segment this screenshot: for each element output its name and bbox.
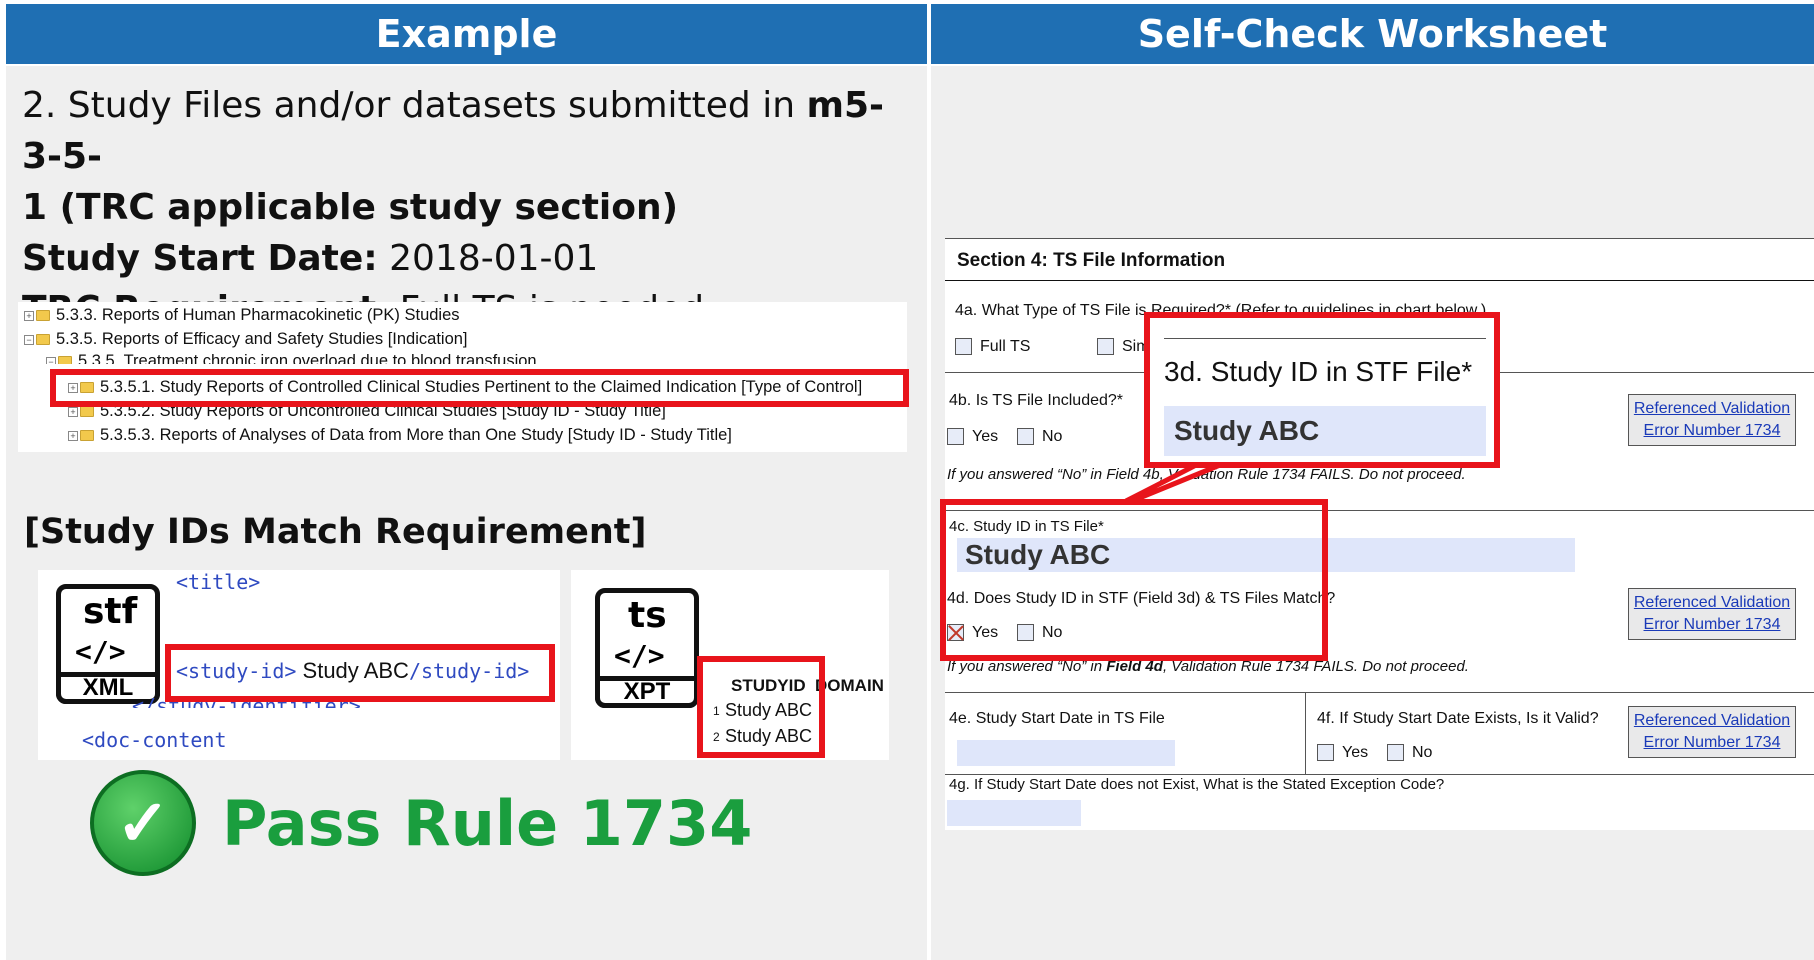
study-intro: 2. Study Files and/or datasets submitted… <box>22 80 922 335</box>
question-4g: 4g. If Study Start Date does not Exist, … <box>949 776 1445 793</box>
exception-code-field[interactable] <box>947 800 1081 826</box>
section-title: Section 4: TS File Information <box>957 250 1226 271</box>
collapse-icon: − <box>24 334 34 345</box>
simplified-ts-checkbox[interactable] <box>1097 338 1114 356</box>
pass-result: ✓ Pass Rule 1734 <box>90 770 752 876</box>
no-label: No <box>1042 428 1063 445</box>
xml-doc-content-tag: <doc-content <box>82 728 227 752</box>
stf-study-id-callout: 3d. Study ID in STF File* Study ABC <box>1144 312 1500 468</box>
pass-rule-text: Pass Rule 1734 <box>222 786 753 860</box>
start-date-label: Study Start Date: <box>22 238 378 279</box>
question-4b: 4b. Is TS File Included?* <box>949 392 1124 409</box>
tree-item: +5.3.3. Reports of Human Pharmacokinetic… <box>24 306 460 325</box>
xml-title-tag: <title> <box>176 570 261 594</box>
full-ts-checkbox[interactable] <box>955 338 972 356</box>
folder-icon <box>80 430 94 442</box>
ref-line1: Referenced Validation <box>1633 712 1791 729</box>
tree-item-label: 5.3.5. Reports of Efficacy and Safety St… <box>56 330 468 348</box>
full-ts-label: Full TS <box>980 338 1031 355</box>
tree-item-label: 5.3.5. Treatment chronic iron overload d… <box>78 352 537 364</box>
stf-badge-ext: stf <box>83 591 138 632</box>
q4f-no-checkbox[interactable] <box>1387 744 1404 762</box>
tree-item-label: 5.3.3. Reports of Human Pharmacokinetic … <box>56 306 460 324</box>
field-4c-4d-highlight <box>940 499 1328 661</box>
yes-label: Yes <box>972 428 999 445</box>
q4b-yes-checkbox[interactable] <box>947 428 964 446</box>
question-4e: 4e. Study Start Date in TS File <box>949 710 1165 727</box>
ref-line1: Referenced Validation <box>1633 400 1791 417</box>
tree-item-label: 5.3.5.3. Reports of Analyses of Data fro… <box>100 426 732 444</box>
q4f-no[interactable]: No <box>1387 744 1432 762</box>
q4f-yes-checkbox[interactable] <box>1317 744 1334 762</box>
q4b-yes[interactable]: Yes <box>947 428 998 446</box>
collapse-icon: − <box>46 356 56 364</box>
expand-icon: + <box>24 310 34 321</box>
start-date-value: 2018-01-01 <box>377 238 599 279</box>
expand-icon: + <box>68 430 78 441</box>
ref-line2: Error Number 1734 <box>1643 616 1781 633</box>
intro-line2-bold: 1 (TRC applicable study section) <box>22 187 679 228</box>
q4b-no-checkbox[interactable] <box>1017 428 1034 446</box>
q4f-yes[interactable]: Yes <box>1317 744 1368 762</box>
referenced-validation-button[interactable]: Referenced Validation Error Number 1734 <box>1628 394 1796 446</box>
stf-study-id-highlight <box>165 644 555 702</box>
checkmark-icon: ✓ <box>90 770 196 876</box>
question-4f: 4f. If Study Start Date Exists, Is it Va… <box>1317 710 1599 727</box>
folder-icon <box>58 356 72 364</box>
intro-line1-text: 2. Study Files and/or datasets submitted… <box>22 85 807 126</box>
match-requirement-title: [Study IDs Match Requirement] <box>24 512 647 552</box>
tree-item: − 5.3.5. Reports of Efficacy and Safety S… <box>24 330 468 349</box>
no-label: No <box>1412 744 1433 761</box>
worksheet-header: Self-Check Worksheet <box>931 4 1814 64</box>
q4b-no[interactable]: No <box>1017 428 1062 446</box>
referenced-validation-button[interactable]: Referenced Validation Error Number 1734 <box>1628 588 1796 640</box>
stf-badge-tag: </> <box>75 635 126 668</box>
ref-line1: Referenced Validation <box>1633 594 1791 611</box>
folder-icon <box>36 310 50 322</box>
tree-item: +5.3.5.3. Reports of Analyses of Data fr… <box>68 426 732 445</box>
referenced-validation-button[interactable]: Referenced Validation Error Number 1734 <box>1628 706 1796 758</box>
ts-badge-ext: ts <box>628 595 667 636</box>
ts-badge-tag: </> <box>614 639 665 672</box>
folder-icon <box>80 406 94 418</box>
column-domain: DOMAIN <box>815 676 884 695</box>
ts-badge-type: XPT <box>595 676 699 708</box>
xpt-study-id-highlight <box>697 656 825 758</box>
yes-label: Yes <box>1342 744 1369 761</box>
callout-study-id-value: Study ABC <box>1164 406 1486 456</box>
ref-line2: Error Number 1734 <box>1643 734 1781 751</box>
folder-icon <box>36 334 50 346</box>
expand-icon: + <box>68 406 78 417</box>
stf-xml-file-icon: stf </> XML <box>56 584 160 704</box>
tree-item: − 5.3.5. Treatment chronic iron overload … <box>46 352 537 364</box>
callout-title: 3d. Study ID in STF File* <box>1164 356 1473 387</box>
ref-line2: Error Number 1734 <box>1643 422 1781 439</box>
ts-xpt-file-icon: ts </> XPT <box>595 588 699 708</box>
example-header: Example <box>6 4 927 64</box>
option-full-ts[interactable]: Full TS <box>955 338 1030 356</box>
option-simplified-ts[interactable]: Sim <box>1097 338 1150 356</box>
tree-highlight-box <box>50 369 909 407</box>
study-start-date-field[interactable] <box>957 740 1175 766</box>
